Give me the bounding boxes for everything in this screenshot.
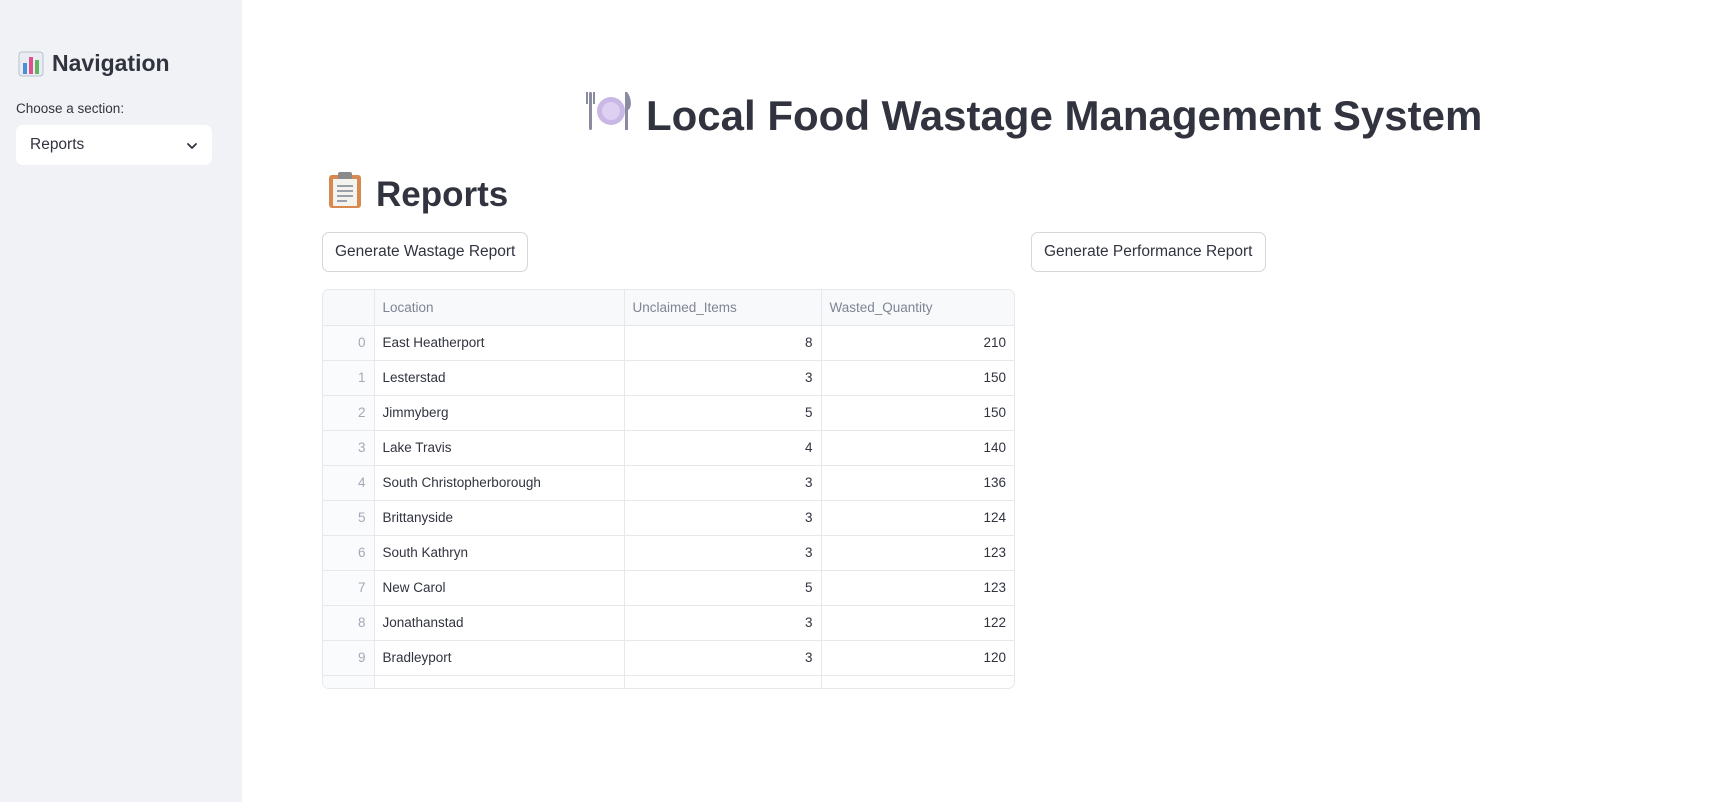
cell-wasted-quantity[interactable]: 140 [821, 430, 1014, 466]
sidebar-title-text: Navigation [52, 50, 170, 76]
table-row: 4 South Christopherborough 3 136 [323, 465, 1014, 501]
cell-location[interactable]: Brittanyside [374, 500, 625, 536]
page-title-text: Local Food Wastage Management System [646, 92, 1483, 139]
cell-location[interactable]: South Christopherborough [374, 465, 625, 501]
column-header-unclaimed-items[interactable]: Unclaimed_Items [624, 290, 822, 326]
row-index: 4 [323, 465, 375, 501]
cell-wasted-quantity[interactable]: 210 [821, 325, 1014, 361]
generate-performance-report-button[interactable]: Generate Performance Report [1031, 232, 1266, 272]
column-header-location[interactable]: Location [374, 290, 625, 326]
cell-location[interactable]: New Carol [374, 570, 625, 606]
table-row: 3 Lake Travis 4 140 [323, 430, 1014, 466]
cell-wasted-quantity[interactable]: 150 [821, 360, 1014, 396]
table-row: 2 Jimmyberg 5 150 [323, 395, 1014, 431]
cell-wasted-quantity[interactable]: 123 [821, 535, 1014, 571]
table-row: 7 New Carol 5 123 [323, 570, 1014, 606]
cell-wasted-quantity[interactable]: 120 [821, 640, 1014, 676]
section-select-value: Reports [30, 136, 85, 153]
cell-location[interactable]: South Kathryn [374, 535, 625, 571]
cell-location[interactable]: Jonathanstad [374, 605, 625, 641]
sidebar-title: Navigation [18, 50, 170, 77]
cell-location [374, 675, 625, 688]
app: Navigation Choose a section: Reports Loc… [0, 0, 1726, 802]
section-select[interactable]: Reports [16, 125, 212, 165]
cell-unclaimed-items[interactable]: 3 [624, 640, 822, 676]
chevron-down-icon [186, 139, 198, 151]
cell-location[interactable]: Lesterstad [374, 360, 625, 396]
column-header-wasted-quantity[interactable]: Wasted_Quantity [821, 290, 1014, 326]
table-header-row: Location Unclaimed_Items Wasted_Quantity [323, 290, 1014, 326]
cell-unclaimed-items[interactable]: 4 [624, 430, 822, 466]
cell-unclaimed-items[interactable]: 3 [624, 535, 822, 571]
row-index: 2 [323, 395, 375, 431]
row-index: 6 [323, 535, 375, 571]
clipboard-icon [328, 171, 362, 218]
cell-unclaimed-items[interactable]: 3 [624, 605, 822, 641]
cell-unclaimed-items[interactable]: 3 [624, 360, 822, 396]
row-index: 9 [323, 640, 375, 676]
table-row: 5 Brittanyside 3 124 [323, 500, 1014, 536]
cell-wasted-quantity[interactable]: 123 [821, 570, 1014, 606]
column-header-index [323, 290, 375, 326]
cell-wasted-quantity [821, 675, 1014, 688]
row-index: 8 [323, 605, 375, 641]
cell-wasted-quantity[interactable]: 150 [821, 395, 1014, 431]
table-row: 1 Lesterstad 3 150 [323, 360, 1014, 396]
row-index: 7 [323, 570, 375, 606]
table-row: 0 East Heatherport 8 210 [323, 325, 1014, 361]
cell-unclaimed-items[interactable]: 8 [624, 325, 822, 361]
page-title: Local Food Wastage Management System [586, 88, 1482, 144]
cell-unclaimed-items[interactable]: 5 [624, 570, 822, 606]
cell-unclaimed-items [624, 675, 822, 688]
wastage-table[interactable]: Location Unclaimed_Items Wasted_Quantity… [322, 289, 1015, 689]
cell-location[interactable]: Bradleyport [374, 640, 625, 676]
row-index: 1 [323, 360, 375, 396]
cell-wasted-quantity[interactable]: 122 [821, 605, 1014, 641]
generate-wastage-report-button[interactable]: Generate Wastage Report [322, 232, 529, 272]
row-index [323, 675, 375, 688]
row-index: 3 [323, 430, 375, 466]
cell-wasted-quantity[interactable]: 136 [821, 465, 1014, 501]
table-row: 9 Bradleyport 3 120 [323, 640, 1014, 676]
sidebar: Navigation Choose a section: Reports [0, 0, 242, 802]
row-index: 5 [323, 500, 375, 536]
table-row: 6 South Kathryn 3 123 [323, 535, 1014, 571]
plate-cutlery-icon [586, 88, 632, 144]
table-row-partial [323, 675, 1014, 688]
section-heading: Reports [328, 171, 508, 218]
cell-wasted-quantity[interactable]: 124 [821, 500, 1014, 536]
cell-unclaimed-items[interactable]: 5 [624, 395, 822, 431]
cell-location[interactable]: Jimmyberg [374, 395, 625, 431]
cell-location[interactable]: Lake Travis [374, 430, 625, 466]
table-row: 8 Jonathanstad 3 122 [323, 605, 1014, 641]
cell-location[interactable]: East Heatherport [374, 325, 625, 361]
section-heading-text: Reports [376, 174, 509, 214]
row-index: 0 [323, 325, 375, 361]
cell-unclaimed-items[interactable]: 3 [624, 500, 822, 536]
cell-unclaimed-items[interactable]: 3 [624, 465, 822, 501]
section-select-label: Choose a section: [16, 101, 125, 116]
bar-chart-icon [18, 51, 44, 77]
